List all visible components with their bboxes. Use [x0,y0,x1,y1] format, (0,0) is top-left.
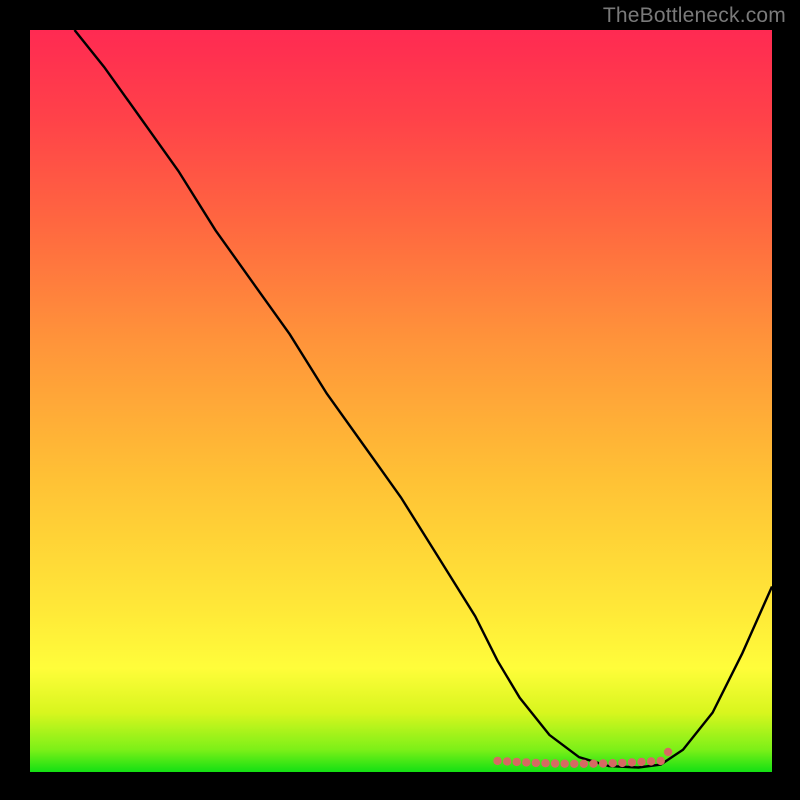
flat-region-dot [522,758,530,766]
flat-region-dot [503,757,511,765]
flat-region-dot [657,757,665,765]
flat-region-dot [580,760,588,768]
flat-region-dot [551,759,559,767]
flat-region-dot [561,760,569,768]
flat-region-dot [664,748,672,756]
flat-region-dot [647,757,655,765]
flat-region-dot [628,758,636,766]
flat-region-dot [541,759,549,767]
chart-frame: TheBottleneck.com [0,0,800,800]
flat-region-dot [570,760,578,768]
flat-region-dot [589,760,597,768]
flat-region-dot [493,757,501,765]
flat-region-dot [532,759,540,767]
flat-region-dots [30,30,772,772]
flat-region-dot [637,758,645,766]
flat-region-dot [599,759,607,767]
watermark-text: TheBottleneck.com [603,4,786,28]
flat-region-dot [618,759,626,767]
plot-inner [30,30,772,772]
plot-area [30,30,772,772]
flat-region-dot [609,759,617,767]
flat-region-dot [513,758,521,766]
